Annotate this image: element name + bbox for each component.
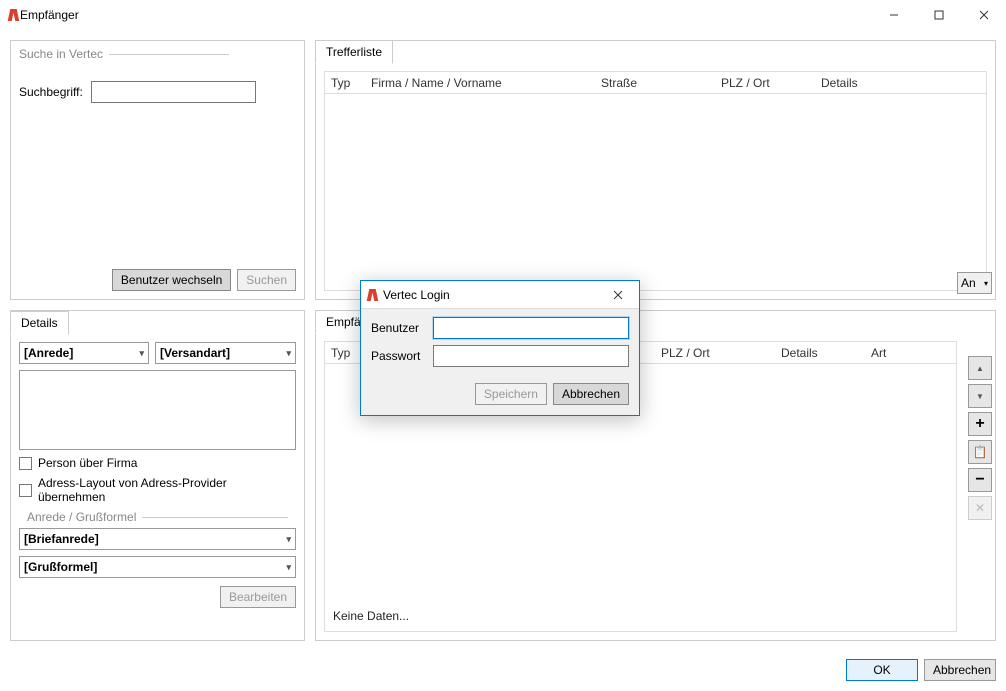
checkbox-icon <box>19 484 32 497</box>
checkbox-icon <box>19 457 32 470</box>
col-details[interactable]: Details <box>815 74 946 92</box>
move-up-button[interactable]: ▲ <box>968 356 992 380</box>
paste-button[interactable]: 📋 <box>968 440 992 464</box>
tab-trefferliste[interactable]: Trefferliste <box>315 40 393 64</box>
checkbox-adress-layout[interactable]: Adress-Layout von Adress-Provider überne… <box>19 476 296 504</box>
trefferliste-headers: Typ Firma / Name / Vorname Straße PLZ / … <box>325 72 986 94</box>
col-art[interactable]: Art <box>865 344 956 362</box>
app-icon <box>8 9 20 21</box>
search-group-label: Suche in Vertec <box>19 47 296 61</box>
col-strasse[interactable]: Straße <box>595 74 715 92</box>
chevron-down-icon: ▾ <box>984 279 988 288</box>
clipboard-icon: 📋 <box>973 445 988 459</box>
briefanrede-combo[interactable]: [Briefanrede] ▾ <box>19 528 296 550</box>
cancel-button[interactable]: Abbrechen <box>924 659 996 681</box>
col-extra[interactable] <box>946 81 986 85</box>
app-icon <box>367 289 379 301</box>
search-button[interactable]: Suchen <box>237 269 296 291</box>
an-dropdown[interactable]: An ▾ <box>957 272 992 294</box>
anrede-combo[interactable]: [Anrede] ▾ <box>19 342 149 364</box>
tab-details[interactable]: Details <box>10 311 69 335</box>
search-group-text: Suche in Vertec <box>19 47 103 61</box>
switch-user-button[interactable]: Benutzer wechseln <box>112 269 231 291</box>
details-panel: Details [Anrede] ▾ [Versandart] ▾ Per <box>10 310 305 641</box>
search-panel: Suche in Vertec Suchbegriff: Benutzer we… <box>10 40 305 300</box>
login-cancel-button[interactable]: Abbrechen <box>553 383 629 405</box>
no-data-label: Keine Daten... <box>333 609 409 623</box>
user-input[interactable] <box>433 317 629 339</box>
col-plz[interactable]: PLZ / Ort <box>715 74 815 92</box>
col-typ[interactable]: Typ <box>325 344 365 362</box>
remove-button[interactable]: − <box>968 468 992 492</box>
window-title: Empfänger <box>20 8 79 22</box>
col-details[interactable]: Details <box>775 344 865 362</box>
login-dialog: Vertec Login Benutzer Passwort Speichern… <box>360 280 640 416</box>
col-plz[interactable]: PLZ / Ort <box>655 344 775 362</box>
chevron-down-icon: ▾ <box>139 348 144 359</box>
login-close-button[interactable] <box>603 281 633 309</box>
search-input[interactable] <box>91 81 256 103</box>
search-field-label: Suchbegriff: <box>19 85 83 99</box>
trefferliste-grid[interactable]: Typ Firma / Name / Vorname Straße PLZ / … <box>324 71 987 291</box>
ok-button[interactable]: OK <box>846 659 918 681</box>
delete-button[interactable]: ✕ <box>968 496 992 520</box>
login-titlebar: Vertec Login <box>361 281 639 309</box>
move-down-button[interactable]: ▼ <box>968 384 992 408</box>
address-textarea[interactable] <box>19 370 296 450</box>
col-typ[interactable]: Typ <box>325 74 365 92</box>
side-buttons: ▲ ▼ + 📋 − ✕ <box>968 356 992 520</box>
versandart-combo[interactable]: [Versandart] ▾ <box>155 342 296 364</box>
chevron-down-icon: ▾ <box>286 348 291 359</box>
user-label: Benutzer <box>371 321 425 335</box>
login-title: Vertec Login <box>383 288 603 302</box>
grussformel-combo[interactable]: [Grußformel] ▾ <box>19 556 296 578</box>
maximize-button[interactable] <box>916 0 961 30</box>
chevron-down-icon: ▾ <box>286 562 291 573</box>
greeting-group-label: Anrede / Grußformel <box>27 510 288 524</box>
dialog-footer: OK Abbrechen <box>846 659 996 681</box>
chevron-down-icon: ▾ <box>286 534 291 545</box>
edit-button[interactable]: Bearbeiten <box>220 586 296 608</box>
col-firma[interactable]: Firma / Name / Vorname <box>365 74 595 92</box>
close-button[interactable] <box>961 0 1006 30</box>
minimize-button[interactable] <box>871 0 916 30</box>
window-titlebar: Empfänger <box>0 0 1006 30</box>
password-input[interactable] <box>433 345 629 367</box>
checkbox-person-firma[interactable]: Person über Firma <box>19 456 296 470</box>
add-button[interactable]: + <box>968 412 992 436</box>
password-label: Passwort <box>371 349 425 363</box>
trefferliste-panel: Trefferliste Typ Firma / Name / Vorname … <box>315 40 996 300</box>
save-button[interactable]: Speichern <box>475 383 547 405</box>
